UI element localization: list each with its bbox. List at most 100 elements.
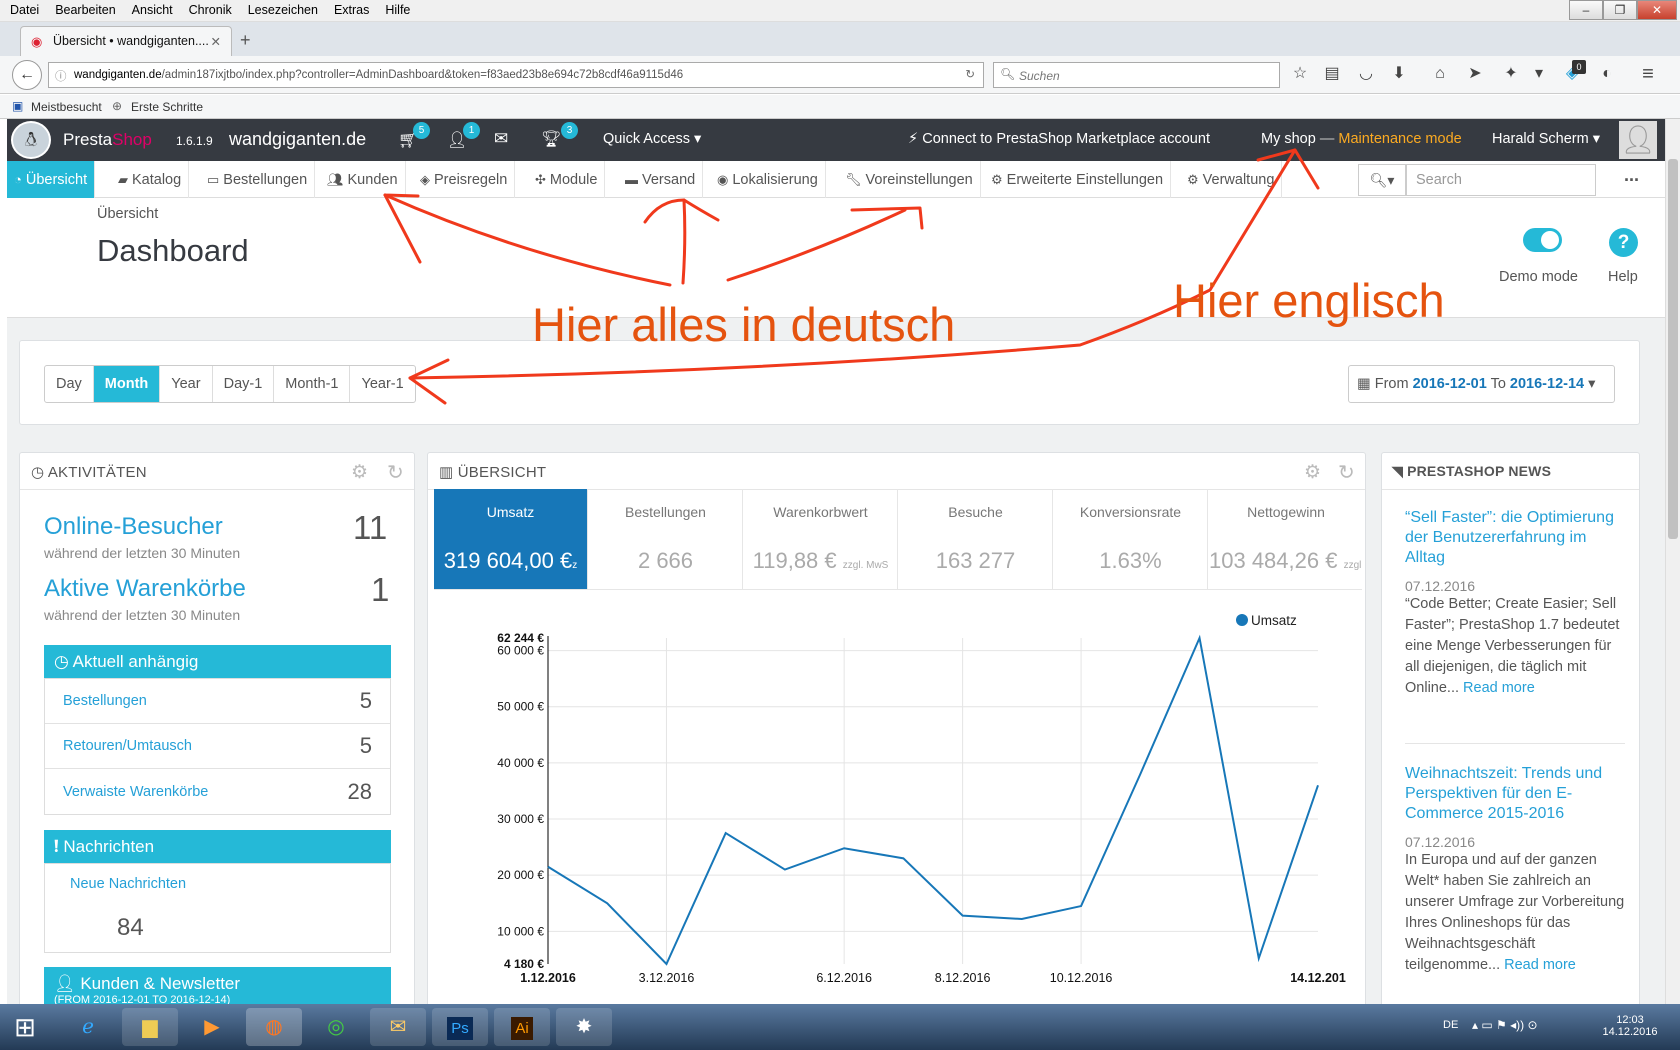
more-icon[interactable]: ... [1624,165,1639,186]
employee-dropdown[interactable]: Harald Scherm ▾ [1492,131,1600,147]
menu-lesezeichen[interactable]: Lesezeichen [238,0,324,17]
download-icon[interactable]: ⬇ [1388,63,1410,85]
maximize-button[interactable]: ❐ [1603,0,1637,20]
reload-icon[interactable]: ↻ [965,67,975,81]
hamburger-menu-icon[interactable]: ≡ [1637,63,1659,85]
configure-icon[interactable]: ⚙ [1304,461,1321,484]
search-type-dropdown[interactable]: 🔍︎▾ [1358,164,1406,196]
nav-erweiterte-einstellungen[interactable]: ⚙ Erweiterte Einstellungen [984,161,1172,198]
kpi-umsatz[interactable]: Umsatz 319 604,00 €z [434,489,588,589]
pending-section-header[interactable]: ◷ Aktuell anhängig [44,645,391,679]
url-bar[interactable]: ⓘ wandgiganten.de/admin187ixjtbo/index.p… [48,62,984,88]
menu-ansicht[interactable]: Ansicht [122,0,179,17]
menu-hilfe[interactable]: Hilfe [375,0,416,17]
nav-kunden[interactable]: 👥︎ Kunden [320,161,406,198]
kpi-nettogewinn[interactable]: Nettogewinn 103 484,26 € zzgl. [1209,489,1362,589]
menu-datei[interactable]: Datei [0,0,45,17]
photoshop-icon[interactable]: Ps [432,1008,488,1046]
list-item[interactable]: Retouren/Umtausch 5 [45,724,390,769]
online-visitors-label[interactable]: Online-Besucher [44,513,223,541]
messages-section-header[interactable]: ❗︎ Nachrichten [44,830,391,864]
star-icon[interactable]: ☆ [1289,63,1311,85]
period-month-minus-button[interactable]: Month-1 [274,366,351,402]
active-carts-label[interactable]: Aktive Warenkörbe [44,575,246,603]
period-month-button[interactable]: Month [93,366,161,402]
mail-icon[interactable]: ✉ [370,1008,426,1046]
period-day-minus-button[interactable]: Day-1 [213,366,275,402]
quick-access-dropdown[interactable]: Quick Access ▾ [603,131,701,147]
menu-chronik[interactable]: Chronik [179,0,238,17]
bookmark-erste-schritte[interactable]: Erste Schritte [131,100,203,114]
app-icon[interactable]: ✸ [556,1008,612,1046]
read-more-link[interactable]: Read more [1463,680,1535,696]
page-scrollbar[interactable] [1665,119,1680,1004]
dropdown-icon[interactable]: ▾ [1528,63,1550,85]
configure-icon[interactable]: ⚙ [351,461,368,484]
period-day-button[interactable]: Day [45,366,94,402]
menu-bearbeiten[interactable]: Bearbeiten [45,0,121,17]
read-more-link[interactable]: Read more [1504,957,1576,973]
extension-icon[interactable]: ✦ [1500,63,1522,85]
nav-voreinstellungen[interactable]: 🔧︎ Voreinstellungen [838,161,981,198]
nav-uebersicht[interactable]: ◔ Übersicht [7,161,96,198]
news-link[interactable]: Weihnachtszeit: Trends und Perspektiven … [1405,764,1625,824]
nav-katalog[interactable]: ▰ Katalog [111,161,190,198]
explorer-icon[interactable]: ▆ [122,1008,178,1046]
breadcrumb[interactable]: Übersicht [97,206,158,222]
nav-module[interactable]: ✣ Module [528,161,606,198]
nav-preisregeln[interactable]: ◈ Preisregeln [413,161,516,198]
demo-mode-toggle[interactable] [1523,228,1562,252]
home-icon[interactable]: ⌂ [1429,63,1451,85]
start-button-icon[interactable]: ⊞ [0,1008,50,1046]
back-icon[interactable]: ← [12,60,42,90]
scrollbar-thumb[interactable] [1668,159,1678,539]
list-item[interactable]: Verwaiste Warenkörbe 28 [45,769,390,814]
period-year-minus-button[interactable]: Year-1 [350,366,414,402]
media-player-icon[interactable]: ▶ [184,1008,240,1046]
nav-bestellungen[interactable]: ▭ Bestellungen [200,161,316,198]
chrome-icon[interactable]: ◎ [308,1008,364,1046]
refresh-icon[interactable]: ↻ [387,460,404,485]
kpi-bestellungen[interactable]: Bestellungen 2 666 [589,489,743,589]
my-shop-link[interactable]: My shop — Maintenance mode [1261,131,1462,147]
browser-search-input[interactable]: 🔍︎ Suchen [993,62,1280,88]
kpi-besuche[interactable]: Besuche 163 277 [899,489,1053,589]
help-icon[interactable]: ? [1609,228,1638,257]
pocket-icon[interactable]: ◡ [1355,63,1377,85]
tray-icons[interactable]: ▴ ▭ ⚑ ◂)) ⊙ [1472,1018,1538,1032]
nav-verwaltung[interactable]: ⚙ Verwaltung [1180,161,1283,198]
help-label[interactable]: Help [1608,269,1638,285]
news-link[interactable]: “Sell Faster”: die Optimierung der Benut… [1405,508,1625,568]
clock[interactable]: 12:03 14.12.2016 [1600,1014,1660,1038]
minimize-button[interactable]: ‒ [1569,0,1603,20]
envelope-icon[interactable]: ✉ [494,129,508,149]
addon-icon[interactable]: ◐ [1596,63,1618,85]
bookmark-meistbesucht[interactable]: Meistbesucht [31,100,102,114]
firefox-icon[interactable]: ◍ [246,1008,302,1046]
illustrator-icon[interactable]: Ai [494,1008,550,1046]
marketplace-connect-link[interactable]: ⚡︎ Connect to PrestaShop Marketplace acc… [908,131,1210,147]
brand-name[interactable]: PrestaShop [63,130,152,150]
new-tab-icon[interactable]: + [240,30,251,51]
kpi-konversionsrate[interactable]: Konversionsrate 1.63% [1054,489,1208,589]
menu-extras[interactable]: Extras [324,0,375,17]
reading-list-icon[interactable]: ▤ [1321,63,1343,85]
date-range-picker[interactable]: ▦ From 2016-12-01 To 2016-12-14 ▾ [1348,365,1615,403]
nav-lokalisierung[interactable]: ◉ Lokalisierung [710,161,826,198]
refresh-icon[interactable]: ↻ [1338,460,1355,485]
prestashop-logo-icon[interactable]: 🐧︎ [11,121,51,159]
admin-search-input[interactable]: Search [1406,164,1596,196]
browser-tab[interactable]: ◉ Übersicht • wandgiganten.... ✕ [20,26,232,56]
language-indicator[interactable]: DE [1443,1019,1458,1031]
close-tab-icon[interactable]: ✕ [211,34,221,49]
list-item[interactable]: Bestellungen 5 [45,679,390,724]
trophy-icon[interactable]: 🏆︎ [541,129,561,149]
close-window-button[interactable]: ✕ [1637,0,1677,20]
kpi-warenkorbwert[interactable]: Warenkorbwert 119,88 € zzgl. MwS [744,489,898,589]
nav-versand[interactable]: ▬ Versand [618,161,704,198]
shop-name-link[interactable]: wandgiganten.de [229,129,366,150]
send-icon[interactable]: ➤ [1464,63,1486,85]
new-messages-label[interactable]: Neue Nachrichten [70,876,186,892]
avatar[interactable]: 👤︎ [1619,121,1657,159]
ie-icon[interactable]: ℯ [60,1008,116,1046]
